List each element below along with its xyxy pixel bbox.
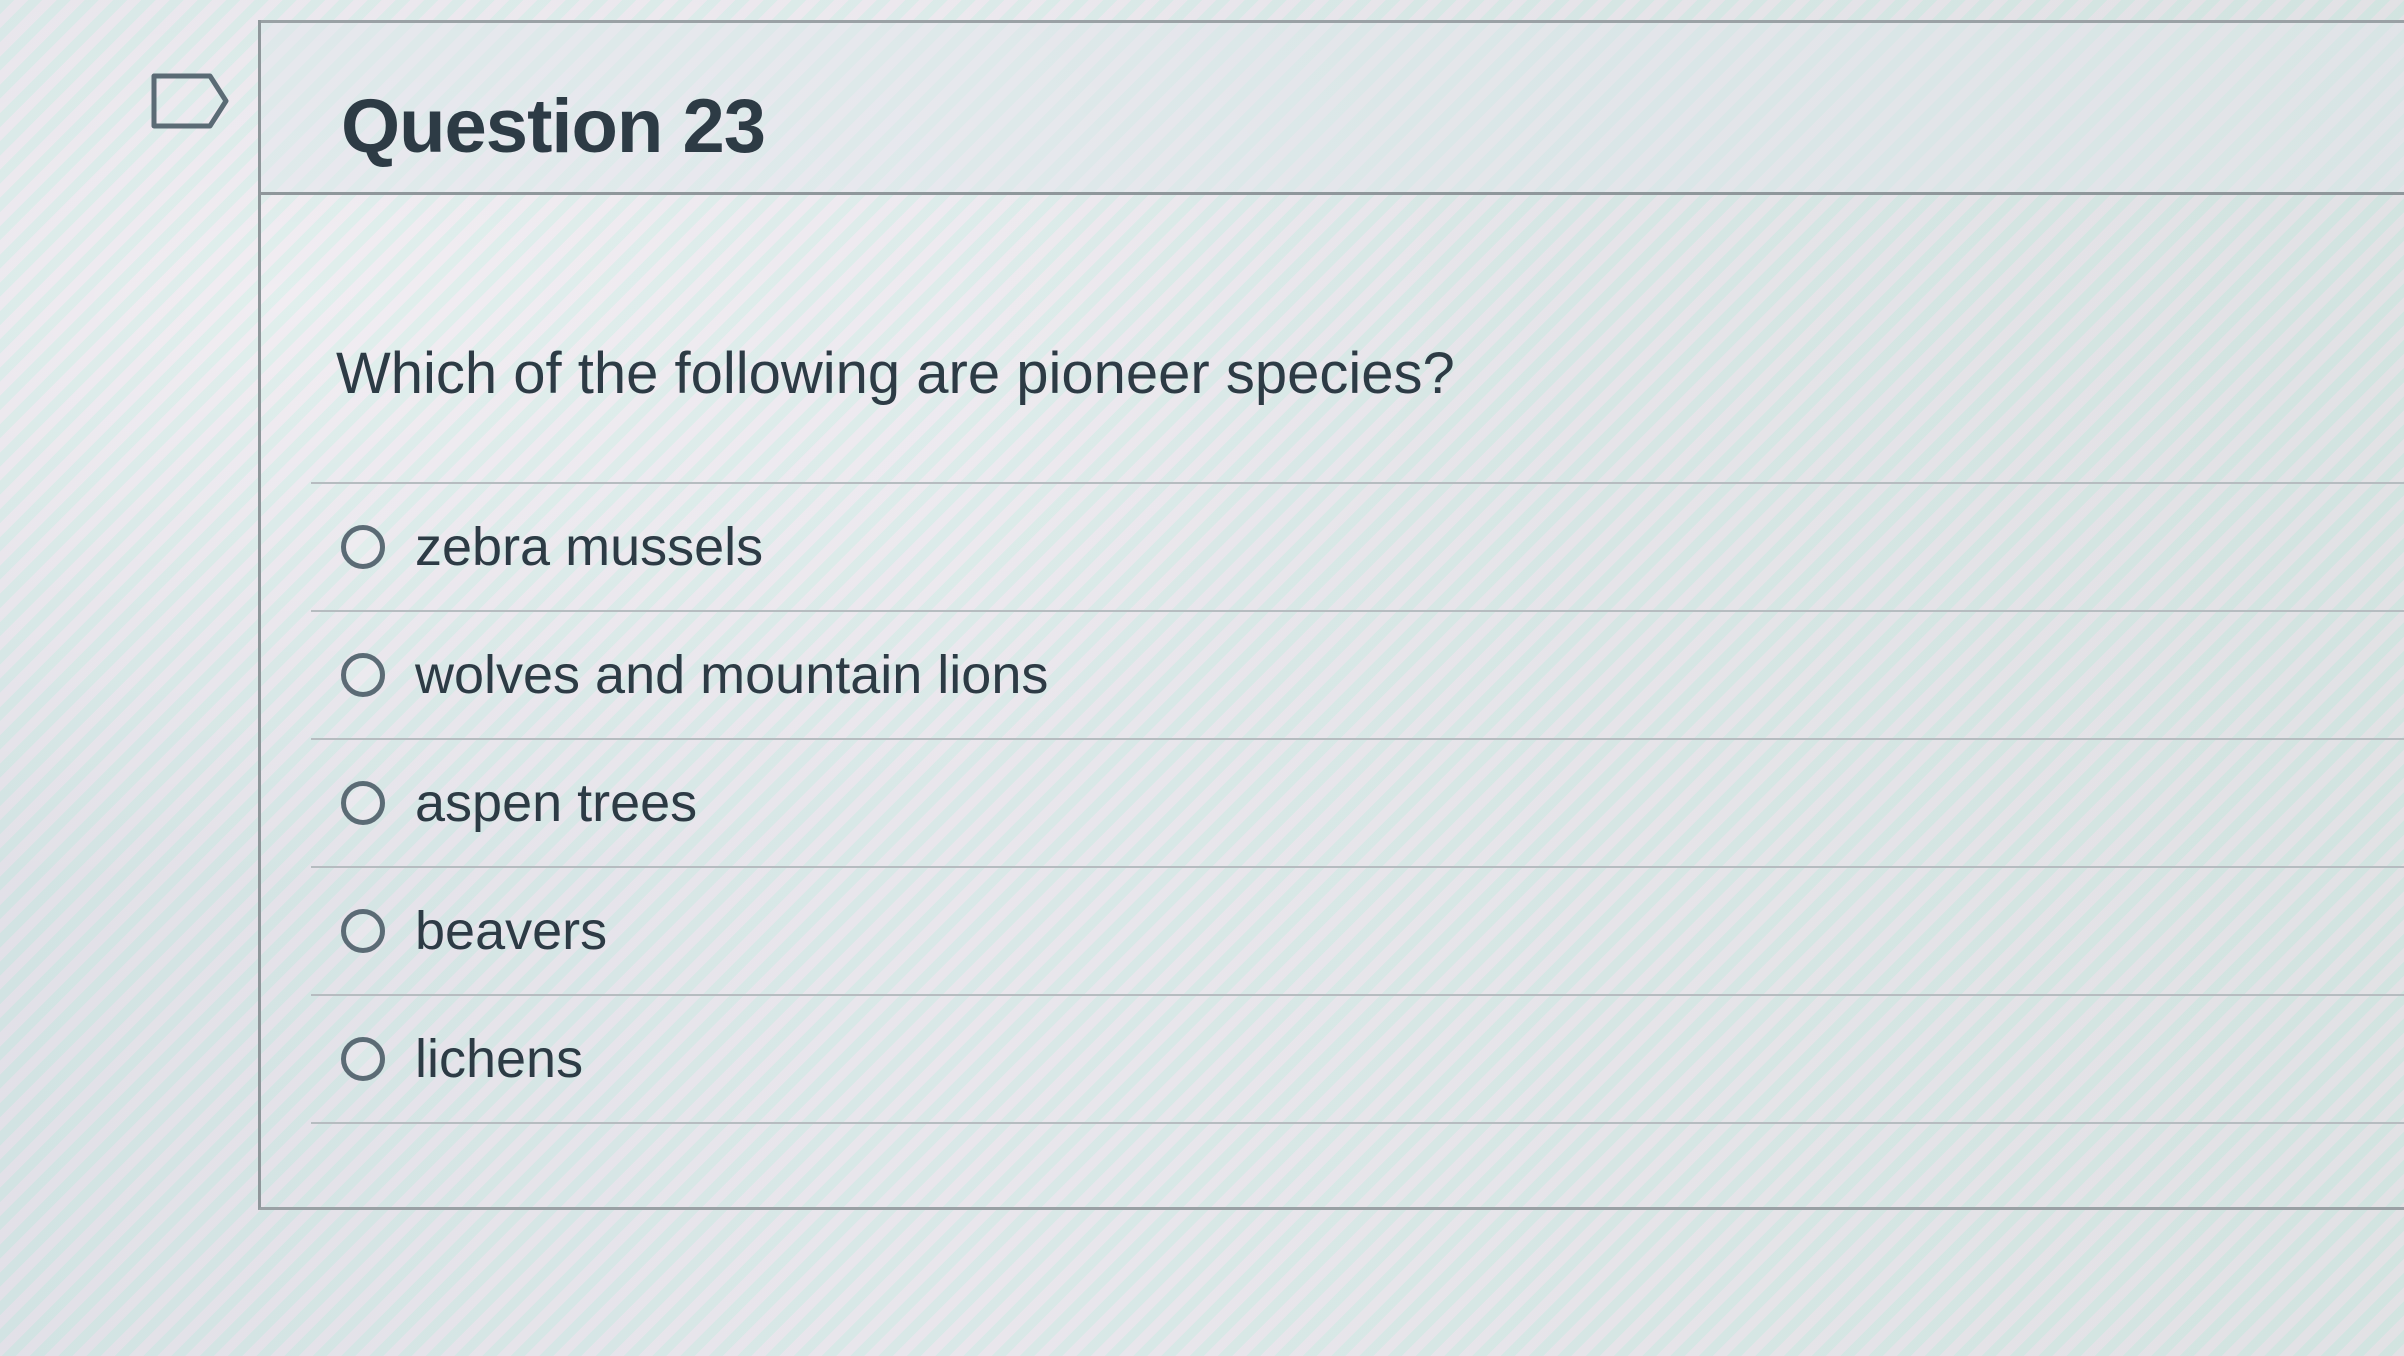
answer-label[interactable]: lichens [415, 1028, 583, 1090]
answer-option-aspen-trees[interactable]: aspen trees [311, 740, 2404, 868]
radio-button[interactable] [341, 1037, 385, 1081]
question-title: Question 23 [341, 84, 766, 169]
answer-list: zebra mussels wolves and mountain lions … [311, 482, 2404, 1124]
answer-label[interactable]: wolves and mountain lions [415, 644, 1048, 706]
answer-option-wolves-and-mountain-lions[interactable]: wolves and mountain lions [311, 612, 2404, 740]
radio-button[interactable] [341, 525, 385, 569]
answer-option-zebra-mussels[interactable]: zebra mussels [311, 484, 2404, 612]
radio-button[interactable] [341, 653, 385, 697]
radio-button[interactable] [341, 781, 385, 825]
question-text: Which of the following are pioneer speci… [336, 341, 1455, 406]
question-header: Question 23 [261, 20, 2404, 195]
question-card: Question 23 Which of the following are p… [258, 20, 2404, 1210]
answer-option-beavers[interactable]: beavers [311, 868, 2404, 996]
answer-label[interactable]: zebra mussels [415, 516, 763, 578]
flag-question-icon[interactable] [150, 72, 230, 130]
radio-button[interactable] [341, 909, 385, 953]
answer-label[interactable]: beavers [415, 900, 607, 962]
answer-option-lichens[interactable]: lichens [311, 996, 2404, 1124]
answer-label[interactable]: aspen trees [415, 772, 697, 834]
